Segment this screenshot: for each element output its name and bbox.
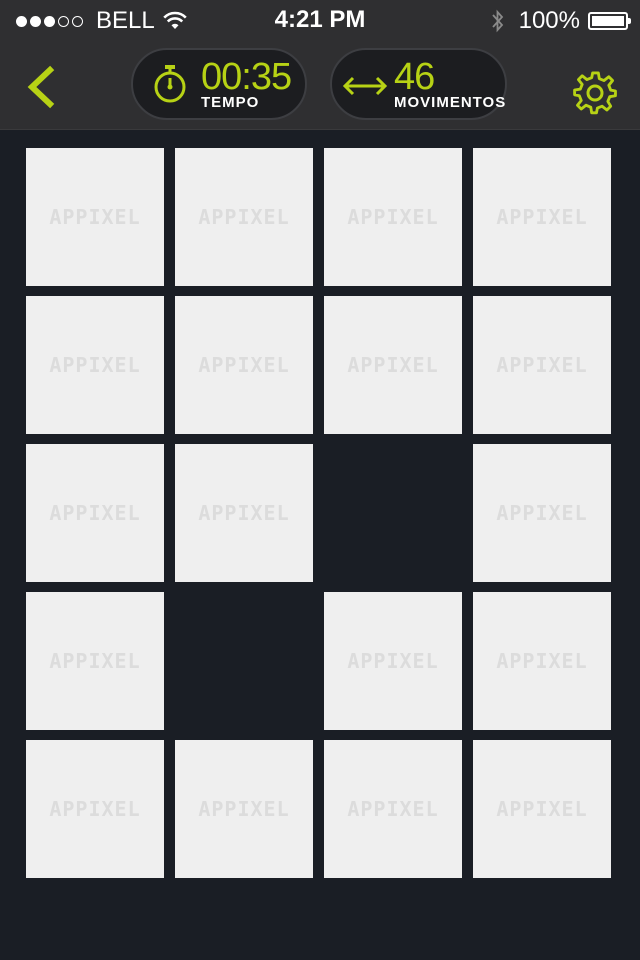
- timer-label: TEMPO: [201, 94, 260, 111]
- puzzle-tile[interactable]: APPIXEL: [473, 296, 611, 434]
- puzzle-tile[interactable]: APPIXEL: [26, 148, 164, 286]
- bluetooth-icon: [491, 9, 503, 33]
- tile-logo: APPIXEL: [198, 501, 290, 525]
- tile-logo: APPIXEL: [347, 205, 439, 229]
- horizontal-arrows-icon: [342, 76, 388, 96]
- puzzle-tile[interactable]: APPIXEL: [324, 148, 462, 286]
- puzzle-tile[interactable]: APPIXEL: [26, 444, 164, 582]
- battery-percentage: 100%: [518, 7, 580, 34]
- game-toolbar: 00:35 TEMPO 46 MOVIMENTOS: [0, 40, 640, 130]
- puzzle-tile[interactable]: APPIXEL: [324, 592, 462, 730]
- tile-logo: APPIXEL: [49, 649, 141, 673]
- tile-logo: APPIXEL: [496, 501, 588, 525]
- puzzle-tile[interactable]: APPIXEL: [473, 592, 611, 730]
- tile-logo: APPIXEL: [347, 797, 439, 821]
- tile-logo: APPIXEL: [496, 353, 588, 377]
- puzzle-tile[interactable]: APPIXEL: [473, 740, 611, 878]
- puzzle-tile[interactable]: APPIXEL: [175, 444, 313, 582]
- empty-slot: [324, 444, 462, 582]
- puzzle-tile[interactable]: APPIXEL: [26, 740, 164, 878]
- puzzle-tile[interactable]: APPIXEL: [175, 148, 313, 286]
- moves-label: MOVIMENTOS: [394, 94, 507, 111]
- puzzle-board: APPIXEL APPIXEL APPIXEL APPIXEL APPIXEL APPIX…: [26, 148, 612, 879]
- back-button[interactable]: [22, 64, 62, 110]
- puzzle-tile[interactable]: APPIXEL: [473, 444, 611, 582]
- tile-logo: APPIXEL: [198, 797, 290, 821]
- tile-logo: APPIXEL: [496, 205, 588, 229]
- tile-logo: APPIXEL: [49, 353, 141, 377]
- puzzle-tile[interactable]: APPIXEL: [26, 592, 164, 730]
- puzzle-tile[interactable]: APPIXEL: [324, 740, 462, 878]
- moves-display: 46 MOVIMENTOS: [330, 48, 507, 120]
- settings-button[interactable]: [572, 70, 618, 116]
- puzzle-tile[interactable]: APPIXEL: [26, 296, 164, 434]
- empty-slot: [175, 592, 313, 730]
- puzzle-tile[interactable]: APPIXEL: [175, 296, 313, 434]
- puzzle-tile[interactable]: APPIXEL: [175, 740, 313, 878]
- tile-logo: APPIXEL: [49, 797, 141, 821]
- tile-logo: APPIXEL: [198, 353, 290, 377]
- puzzle-tile[interactable]: APPIXEL: [473, 148, 611, 286]
- tile-logo: APPIXEL: [496, 797, 588, 821]
- battery-icon: [588, 12, 631, 30]
- stopwatch-icon: [154, 65, 186, 103]
- tile-logo: APPIXEL: [347, 353, 439, 377]
- moves-value: 46: [394, 56, 435, 98]
- puzzle-tile[interactable]: APPIXEL: [324, 296, 462, 434]
- status-bar-right: 100%: [491, 7, 631, 35]
- tile-logo: APPIXEL: [496, 649, 588, 673]
- timer-display: 00:35 TEMPO: [131, 48, 307, 120]
- tile-logo: APPIXEL: [347, 649, 439, 673]
- tile-logo: APPIXEL: [198, 205, 290, 229]
- tile-logo: APPIXEL: [49, 501, 141, 525]
- timer-value: 00:35: [201, 56, 292, 98]
- tile-logo: APPIXEL: [49, 205, 141, 229]
- status-bar: BELL 4:21 PM 100%: [0, 0, 640, 40]
